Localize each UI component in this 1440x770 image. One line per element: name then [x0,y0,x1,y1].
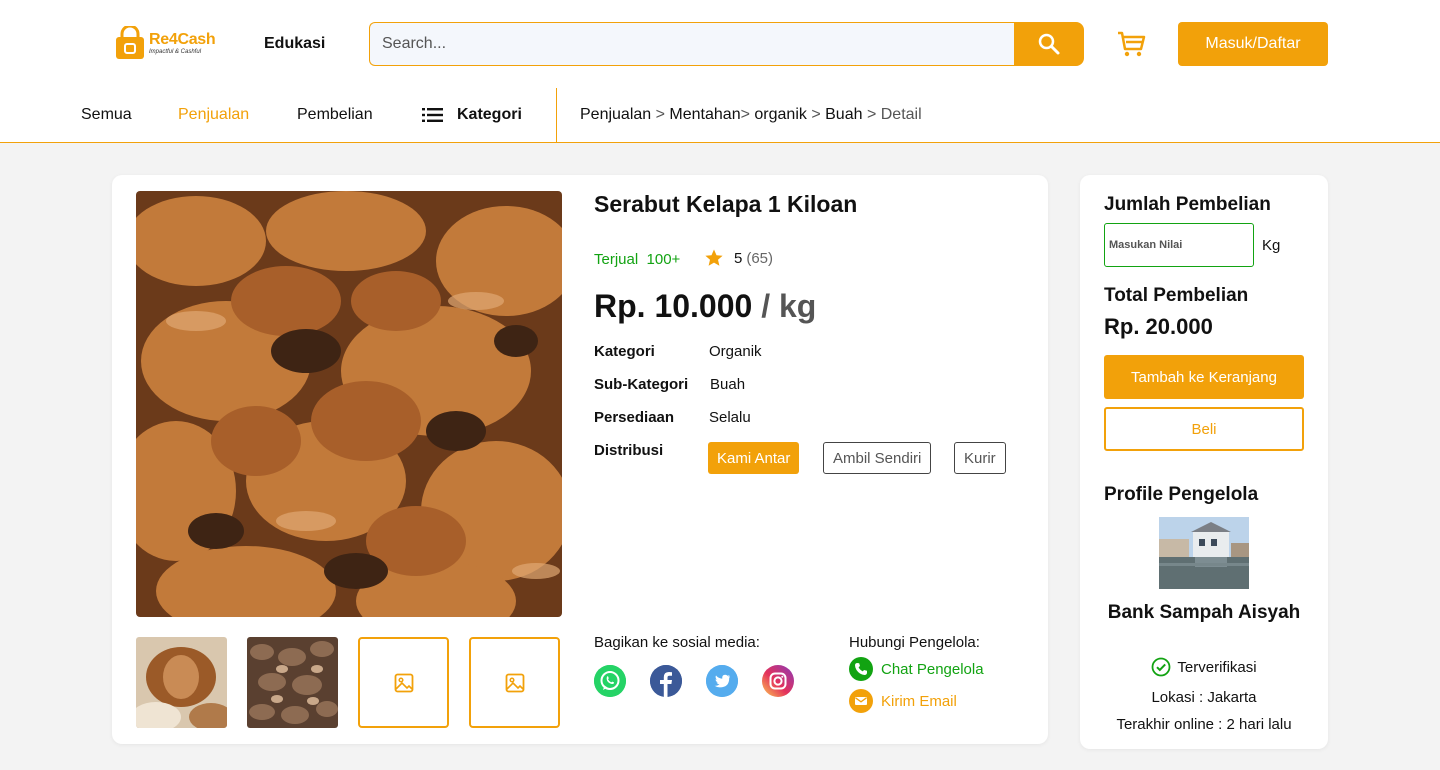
email-seller-label: Kirim Email [881,692,957,710]
kategori-menu-button[interactable]: Kategori [422,106,522,124]
search-icon [1038,33,1060,55]
kategori-label: Kategori [457,106,522,123]
email-seller-link[interactable]: Kirim Email [849,689,957,713]
contact-label: Hubungi Pengelola: [849,634,980,651]
total-value: Rp. 20.000 [1104,314,1213,339]
spec-value-persediaan: Selalu [709,409,751,426]
instagram-icon[interactable] [762,665,794,697]
spec-label-distribusi: Distribusi [594,442,664,459]
spec-label-persediaan: Persediaan [594,409,675,426]
quantity-unit: Kg [1262,237,1281,254]
twitter-icon[interactable] [706,665,738,697]
cart-icon [1118,31,1146,57]
logo-name: Re4Cash [149,30,216,48]
verified-label: Terverifikasi [1177,658,1257,676]
buy-button[interactable]: Beli [1104,407,1304,451]
product-main-image[interactable] [136,191,562,617]
seller-avatar[interactable] [1159,517,1249,589]
share-label: Bagikan ke sosial media: [594,634,760,651]
list-menu-icon [422,108,443,122]
facebook-icon[interactable] [650,665,682,697]
star-icon [705,249,723,266]
tab-pembelian[interactable]: Pembelian [297,106,373,124]
top-header: Re4Cash Impactful & Cashful Edukasi Masu… [0,0,1440,88]
product-price: Rp. 10.000 / kg [594,288,816,325]
spec-label-sub-kategori: Sub-Kategori [594,376,689,393]
breadcrumb-current: Detail [880,106,922,123]
sold-value: 100+ [646,251,681,268]
product-thumbnail[interactable] [136,637,227,728]
spec-value-sub-kategori: Buah [710,376,746,393]
brand-logo[interactable]: Re4Cash Impactful & Cashful [113,24,223,62]
breadcrumb: Penjualan > Mentahan> organik > Buah > D… [580,106,922,123]
quantity-input[interactable] [1104,223,1254,267]
check-circle-icon [1152,657,1171,677]
breadcrumb-item[interactable]: Mentahan [669,106,740,123]
distribution-option-kurir[interactable]: Kurir [954,442,1006,474]
product-rating: 5 (65) [704,248,773,268]
breadcrumb-item[interactable]: Penjualan [580,106,651,123]
shopping-bag-icon [113,24,147,60]
price-unit: / kg [761,288,817,324]
spec-label-kategori: Kategori [594,343,655,360]
cart-button[interactable] [1115,28,1147,60]
category-nav: Semua Penjualan Pembelian Kategori Penju… [0,88,1440,143]
divider [556,88,557,143]
product-title: Serabut Kelapa 1 Kiloan [594,191,858,217]
search-button[interactable] [1014,22,1084,66]
phone-icon [849,657,873,681]
quantity-heading: Jumlah Pembelian [1104,194,1271,215]
logo-tagline: Impactful & Cashful [149,48,202,55]
image-icon [505,673,524,692]
product-card: Serabut Kelapa 1 Kiloan Terjual 100+ 5 (… [112,175,1048,744]
add-to-cart-button[interactable]: Tambah ke Keranjang [1104,355,1304,399]
price-value: Rp. 10.000 [594,288,753,324]
verified-badge: Terverifikasi [1104,657,1304,677]
sold-label: Terjual [594,251,639,268]
image-icon [394,673,413,692]
chat-seller-label: Chat Pengelola [881,660,984,678]
purchase-panel: Jumlah Pembelian Kg Total Pembelian Rp. … [1080,175,1328,749]
login-register-button[interactable]: Masuk/Daftar [1178,22,1328,66]
seller-last-online: Terakhir online : 2 hari lalu [1116,716,1292,733]
rating-score: 5 [734,249,743,267]
breadcrumb-item[interactable]: organik [754,106,806,123]
total-heading: Total Pembelian [1104,285,1249,306]
product-thumbnail[interactable] [247,637,338,728]
tab-semua[interactable]: Semua [81,106,132,124]
seller-location: Lokasi : Jakarta [1151,689,1257,706]
rating-count: (65) [746,249,774,267]
distribution-option-kami-antar[interactable]: Kami Antar [708,442,800,474]
profile-heading: Profile Pengelola [1104,484,1259,505]
breadcrumb-item[interactable]: Buah [825,106,862,123]
sold-count: Terjual 100+ [594,251,680,268]
mail-icon [849,689,873,713]
chat-seller-link[interactable]: Chat Pengelola [849,657,984,681]
nav-edukasi-link[interactable]: Edukasi [264,35,325,53]
whatsapp-icon[interactable] [594,665,626,697]
image-placeholder[interactable] [469,637,560,728]
spec-value-kategori: Organik [709,343,762,360]
seller-name[interactable]: Bank Sampah Aisyah [1104,602,1304,624]
distribution-option-ambil-sendiri[interactable]: Ambil Sendiri [823,442,932,474]
image-placeholder[interactable] [358,637,449,728]
search-input[interactable] [369,22,1015,66]
tab-penjualan[interactable]: Penjualan [178,106,249,124]
